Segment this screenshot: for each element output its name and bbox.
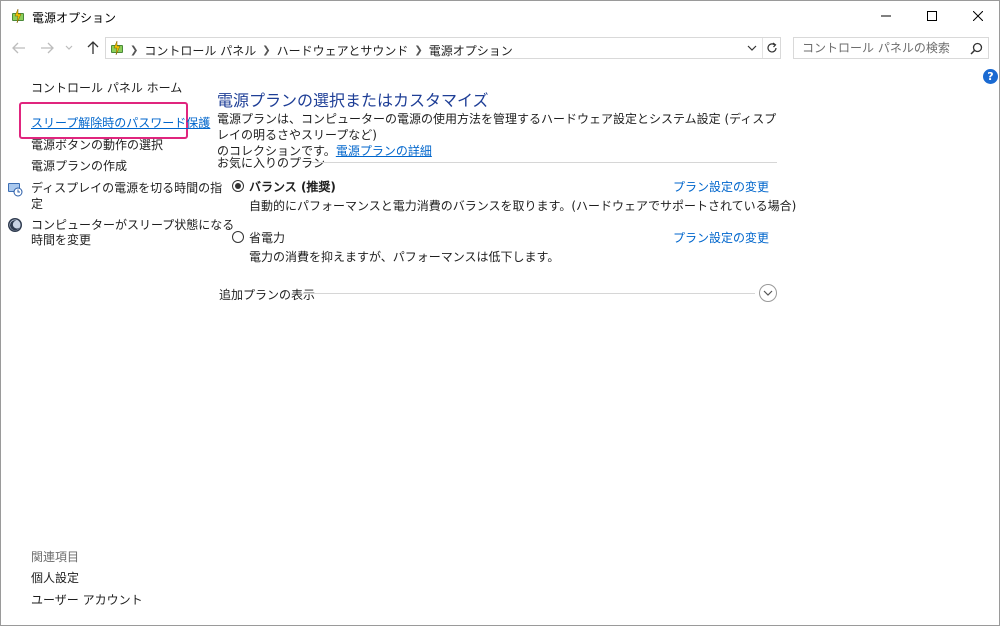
control-panel-icon <box>111 40 123 56</box>
power-saver-plan-settings-link[interactable]: プラン設定の変更 <box>673 229 769 246</box>
address-dropdown-button[interactable] <box>742 38 762 58</box>
display-off-time-label-line1: ディスプレイの電源を切る時間の指 <box>31 181 223 195</box>
recent-locations-button[interactable] <box>63 40 75 56</box>
search-icon <box>969 42 982 55</box>
chevron-down-icon <box>763 290 773 296</box>
create-power-plan-link[interactable]: 電源プランの作成 <box>31 158 127 174</box>
navigation-bar: ❯ コントロール パネル ❯ ハードウェアとサウンド ❯ 電源オプション <box>1 35 999 61</box>
title-bar: 電源オプション <box>1 1 999 31</box>
window: 電源オプション ❯ コントロール パネル ❯ ハードウェアとサウンド ❯ 電源オ… <box>0 0 1000 626</box>
sleep-password-link[interactable]: スリープ解除時のパスワード保護 <box>31 115 210 131</box>
breadcrumb-separator-icon[interactable]: ❯ <box>130 45 138 56</box>
back-arrow-icon <box>12 42 25 54</box>
page-description: 電源プランは、コンピューターの電源の使用方法を管理するハードウェア設定とシステム… <box>217 111 787 159</box>
breadcrumb-separator-icon[interactable]: ❯ <box>414 45 422 56</box>
divider <box>311 162 777 163</box>
maximize-icon <box>927 11 937 21</box>
show-additional-plans-label[interactable]: 追加プランの表示 <box>219 286 315 303</box>
balanced-plan-settings-link[interactable]: プラン設定の変更 <box>673 178 769 195</box>
power-button-action-link[interactable]: 電源ボタンの動作の選択 <box>31 137 163 153</box>
personalization-link[interactable]: 個人設定 <box>31 570 79 586</box>
balanced-plan-radio[interactable] <box>232 180 244 192</box>
address-bar[interactable]: ❯ コントロール パネル ❯ ハードウェアとサウンド ❯ 電源オプション <box>105 37 781 59</box>
help-icon[interactable]: ? <box>983 69 998 84</box>
expand-additional-plans-button[interactable] <box>759 284 777 302</box>
power-saver-plan-radio[interactable] <box>232 231 244 243</box>
breadcrumb-item[interactable]: コントロール パネル <box>144 42 256 59</box>
search-input[interactable] <box>794 38 972 58</box>
balanced-plan-name[interactable]: バランス (推奨) <box>249 178 336 195</box>
sleep-time-label-line2: 時間を変更 <box>31 233 92 247</box>
dropdown-icon <box>747 45 757 51</box>
favorite-plans-heading: お気に入りのプラン <box>217 156 326 170</box>
page-title: 電源プランの選択またはカスタマイズ <box>217 91 489 110</box>
balanced-plan-description: 自動的にパフォーマンスと電力消費のバランスを取ります。(ハードウェアでサポートさ… <box>249 199 797 213</box>
power-plan-details-link[interactable]: 電源プランの詳細 <box>336 144 432 158</box>
display-off-time-label-line2: 定 <box>31 197 44 211</box>
description-line1: 電源プランは、コンピューターの電源の使用方法を管理するハードウェア設定とシステム… <box>217 112 777 142</box>
power-saver-plan-description: 電力の消費を抑えますが、パフォーマンスは低下します。 <box>249 250 560 264</box>
divider <box>303 293 755 294</box>
close-icon <box>973 11 983 21</box>
up-button[interactable] <box>85 40 101 56</box>
related-heading: 関連項目 <box>31 550 80 564</box>
forward-button[interactable] <box>39 40 55 56</box>
control-panel-home-link[interactable]: コントロール パネル ホーム <box>31 80 182 96</box>
forward-arrow-icon <box>41 42 54 54</box>
minimize-button[interactable] <box>863 1 909 31</box>
back-button[interactable] <box>11 40 27 56</box>
display-clock-icon <box>8 183 23 197</box>
power-options-icon <box>12 8 24 24</box>
breadcrumb-item[interactable]: ハードウェアとサウンド <box>277 42 409 59</box>
refresh-icon <box>767 42 777 53</box>
maximize-button[interactable] <box>909 1 955 31</box>
breadcrumb: ❯ コントロール パネル ❯ ハードウェアとサウンド ❯ 電源オプション <box>130 42 513 59</box>
close-button[interactable] <box>955 1 1000 31</box>
search-box[interactable] <box>793 37 989 59</box>
sleep-time-label-line1: コンピューターがスリープ状態になる <box>31 218 235 232</box>
search-button[interactable] <box>966 39 986 57</box>
recent-dropdown-icon <box>65 45 73 50</box>
sleep-moon-icon <box>8 218 22 232</box>
power-saver-plan-name[interactable]: 省電力 <box>249 229 285 246</box>
up-arrow-icon <box>87 41 99 54</box>
refresh-button[interactable] <box>762 38 781 58</box>
breadcrumb-item[interactable]: 電源オプション <box>429 42 513 59</box>
user-accounts-link[interactable]: ユーザー アカウント <box>31 592 143 608</box>
window-title: 電源オプション <box>32 11 117 25</box>
minimize-icon <box>881 15 891 17</box>
breadcrumb-separator-icon[interactable]: ❯ <box>262 45 270 56</box>
